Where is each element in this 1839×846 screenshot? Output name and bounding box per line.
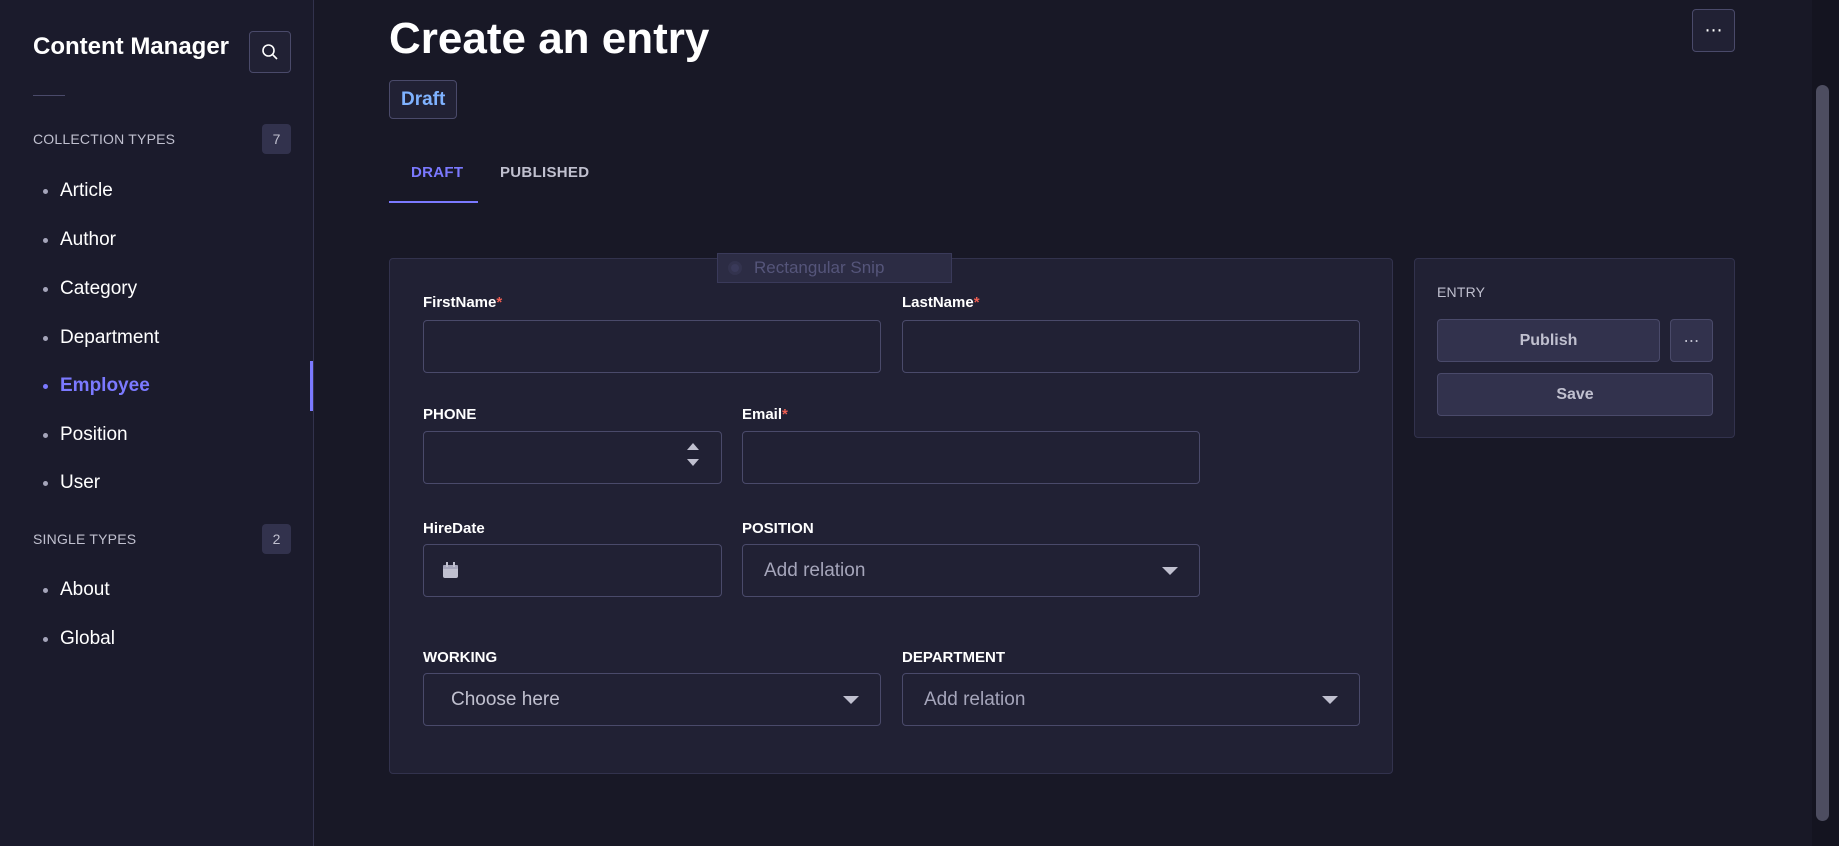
sidebar-item-article[interactable]: Article bbox=[43, 180, 113, 202]
phone-stepper[interactable] bbox=[687, 443, 699, 466]
sidebar-item-department[interactable]: Department bbox=[43, 327, 159, 349]
rectangular-snip-overlay: Rectangular Snip bbox=[717, 253, 952, 283]
active-tab-underline bbox=[389, 201, 478, 203]
tab-draft[interactable]: DRAFT bbox=[411, 164, 463, 181]
working-label: WORKING bbox=[423, 649, 498, 666]
sidebar-item-employee[interactable]: Employee bbox=[43, 375, 150, 397]
chevron-up-icon[interactable] bbox=[687, 443, 699, 450]
department-select[interactable]: Add relation bbox=[902, 673, 1360, 726]
more-icon: ⋯ bbox=[1704, 20, 1723, 40]
position-placeholder: Add relation bbox=[764, 559, 866, 581]
email-label-text: Email bbox=[742, 406, 783, 423]
publish-button[interactable]: Publish bbox=[1437, 319, 1660, 362]
sidebar-active-indicator bbox=[310, 361, 313, 411]
save-button[interactable]: Save bbox=[1437, 373, 1713, 416]
hiredate-label: HireDate bbox=[423, 520, 485, 537]
sidebar: Content Manager COLLECTION TYPES 7 Artic… bbox=[0, 0, 314, 846]
bullet-icon bbox=[43, 587, 48, 593]
phone-field[interactable] bbox=[423, 431, 722, 484]
sidebar-item-label: Position bbox=[60, 424, 128, 445]
sidebar-item-category[interactable]: Category bbox=[43, 278, 137, 300]
tab-published[interactable]: PUBLISHED bbox=[500, 164, 589, 181]
firstname-field[interactable] bbox=[423, 320, 881, 373]
position-select[interactable]: Add relation bbox=[742, 544, 1200, 597]
sidebar-item-label: Author bbox=[60, 229, 116, 250]
email-field[interactable] bbox=[742, 431, 1200, 484]
bullet-icon bbox=[43, 237, 48, 243]
working-select[interactable]: Choose here bbox=[423, 673, 881, 726]
firstname-label: FirstName* bbox=[423, 294, 502, 311]
search-icon bbox=[262, 44, 278, 60]
entry-panel-title: ENTRY bbox=[1437, 284, 1486, 300]
sidebar-search-button[interactable] bbox=[249, 31, 291, 73]
page-title: Create an entry bbox=[389, 14, 710, 63]
bullet-icon bbox=[43, 335, 48, 341]
more-actions-button[interactable]: ⋯ bbox=[1692, 9, 1735, 52]
collection-types-heading: COLLECTION TYPES bbox=[33, 131, 176, 147]
single-types-count: 2 bbox=[262, 524, 291, 554]
required-marker: * bbox=[973, 294, 980, 311]
sidebar-divider bbox=[33, 95, 65, 96]
required-marker: * bbox=[496, 294, 503, 311]
bullet-icon bbox=[43, 432, 48, 438]
sidebar-item-global[interactable]: Global bbox=[43, 628, 115, 650]
chevron-down-icon[interactable] bbox=[687, 459, 699, 466]
position-label: POSITION bbox=[742, 520, 814, 537]
sidebar-item-label: Category bbox=[60, 278, 138, 299]
bullet-icon bbox=[43, 383, 48, 389]
caret-down-icon bbox=[1162, 566, 1178, 575]
sidebar-item-label: About bbox=[60, 579, 110, 600]
sidebar-item-label: Article bbox=[60, 180, 113, 201]
sidebar-item-label: Global bbox=[60, 628, 115, 649]
bullet-icon bbox=[43, 286, 48, 292]
department-label: DEPARTMENT bbox=[902, 649, 1006, 666]
snip-label: Rectangular Snip bbox=[754, 258, 885, 277]
bullet-icon bbox=[43, 636, 48, 642]
lastname-field[interactable] bbox=[902, 320, 1360, 373]
sidebar-item-label: Employee bbox=[60, 375, 150, 396]
phone-label: PHONE bbox=[423, 406, 477, 423]
caret-down-icon bbox=[843, 695, 859, 704]
working-value: Choose here bbox=[451, 688, 560, 710]
single-types-heading: SINGLE TYPES bbox=[33, 531, 137, 547]
hiredate-field[interactable] bbox=[423, 544, 722, 597]
entry-more-button[interactable]: ⋯ bbox=[1670, 319, 1713, 362]
entry-form: FirstName* LastName* PHONE Email* HireDa… bbox=[389, 258, 1393, 774]
sidebar-item-label: Department bbox=[60, 327, 160, 348]
sidebar-item-user[interactable]: User bbox=[43, 472, 100, 494]
more-icon: ⋯ bbox=[1683, 332, 1700, 350]
scrollbar-thumb[interactable] bbox=[1816, 85, 1829, 821]
lastname-label: LastName* bbox=[902, 294, 980, 311]
email-label: Email* bbox=[742, 406, 788, 423]
sidebar-item-about[interactable]: About bbox=[43, 579, 110, 601]
sidebar-item-label: User bbox=[60, 472, 101, 493]
bullet-icon bbox=[43, 480, 48, 486]
status-badge: Draft bbox=[389, 80, 458, 119]
record-icon bbox=[728, 261, 742, 275]
caret-down-icon bbox=[1322, 695, 1338, 704]
calendar-icon bbox=[443, 562, 458, 578]
required-marker: * bbox=[782, 406, 788, 423]
sidebar-item-position[interactable]: Position bbox=[43, 424, 128, 446]
sidebar-item-author[interactable]: Author bbox=[43, 229, 116, 251]
sidebar-title: Content Manager bbox=[33, 33, 230, 60]
department-placeholder: Add relation bbox=[924, 688, 1026, 710]
entry-panel: ENTRY Publish ⋯ Save bbox=[1414, 258, 1735, 438]
firstname-label-text: FirstName bbox=[423, 294, 497, 311]
bullet-icon bbox=[43, 188, 48, 194]
collection-types-count: 7 bbox=[262, 124, 291, 154]
lastname-label-text: LastName bbox=[902, 294, 974, 311]
